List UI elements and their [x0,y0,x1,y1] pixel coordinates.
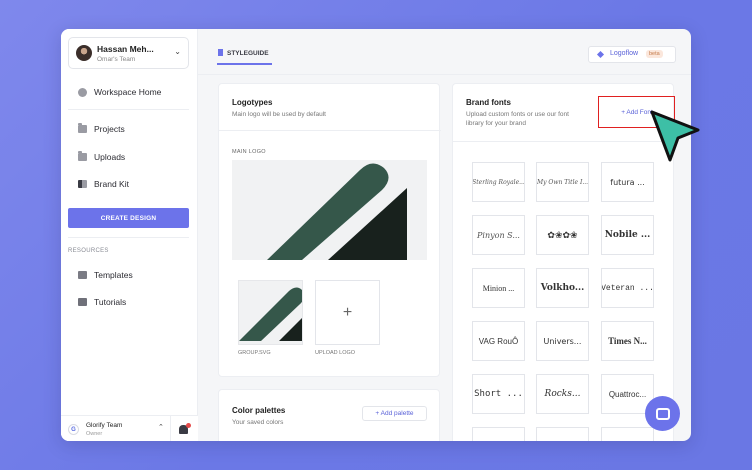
main-logo-image [267,163,407,260]
user-team: Omar's Team [97,56,136,63]
team-name: Glorify Team [86,422,123,429]
sidebar: Hassan Meh... Omar's Team ⌄ Workspace Ho… [61,29,198,441]
glorify-logo-icon: G [68,424,79,435]
folder-icon [78,123,87,133]
logoflow-button[interactable]: Logoflow beta [588,46,676,63]
brand-fonts-panel: Brand fonts Upload custom fonts or use o… [452,83,675,441]
group-logo-image [239,287,302,341]
font-card[interactable]: Nobile ... [601,215,654,255]
font-card[interactable]: VAG RouÔ [472,321,525,361]
sidebar-item-label: Tutorials [94,297,127,307]
sidebar-item-workspace-home[interactable]: Workspace Home [78,85,161,99]
resources-heading: RESOURCES [68,248,109,254]
home-icon [78,87,87,97]
chevron-up-icon: ⌃ [158,424,164,431]
divider [68,237,189,238]
user-name: Hassan Meh... [97,44,154,54]
panel-subtitle: Upload custom fonts or use our font [466,111,569,118]
divider [453,141,675,142]
tab-label: STYLEGUIDE [227,50,269,57]
folder-icon [78,151,87,161]
cursor-arrow-icon [650,110,700,162]
panel-title: Logotypes [232,98,273,107]
tutorials-icon [78,298,87,306]
main-logo-label: MAIN LOGO [232,149,266,155]
divider [198,74,691,75]
sidebar-item-brand-kit[interactable]: Brand Kit [78,177,129,191]
plus-icon: + [342,303,353,321]
add-palette-button[interactable]: + Add palette [362,406,427,421]
app-window: Hassan Meh... Omar's Team ⌄ Workspace Ho… [61,29,691,441]
team-switcher[interactable]: G Glorify Team Owner ⌃ [61,415,198,441]
font-card[interactable]: Sterling Royale... [472,162,525,202]
font-card[interactable] [536,427,589,441]
logoflow-icon [596,50,605,59]
create-design-button[interactable]: CREATE DESIGN [68,208,189,228]
font-card[interactable]: futura ... [601,162,654,202]
team-role: Owner [86,431,103,437]
panel-title: Brand fonts [466,98,511,107]
font-card[interactable] [601,427,654,441]
divider [68,109,189,110]
chat-support-button[interactable] [645,396,680,431]
sidebar-item-templates[interactable]: Templates [78,268,133,282]
notification-dot [186,423,191,428]
logotypes-panel: Logotypes Main logo will be used by defa… [218,83,441,377]
active-tab-indicator [217,63,272,65]
font-card[interactable]: Minion ... [472,268,525,308]
brand-kit-icon [78,180,87,188]
sidebar-item-uploads[interactable]: Uploads [78,150,125,164]
templates-icon [78,271,87,279]
font-card[interactable]: Pinyon S... [472,215,525,255]
font-card[interactable]: My Own Title I... [536,162,589,202]
group-label: GROUP.SVG [238,350,271,356]
font-card[interactable]: ✿❀✿❀ [536,215,589,255]
avatar [76,45,92,61]
beta-badge: beta [646,50,663,58]
color-palettes-panel: Color palettes Your saved colors + Add p… [218,389,440,441]
main-logo-preview[interactable] [232,160,427,260]
font-card[interactable]: Univers... [536,321,589,361]
font-card[interactable]: Times N... [601,321,654,361]
styleguide-icon [218,49,223,56]
font-card[interactable]: Short ... [472,374,525,414]
sidebar-item-label: Uploads [94,152,126,162]
divider [219,130,441,131]
font-card[interactable] [472,427,525,441]
group-logo-thumbnail[interactable] [238,280,303,345]
sidebar-item-projects[interactable]: Projects [78,122,125,136]
sidebar-item-label: Brand Kit [94,179,129,189]
panel-subtitle: Your saved colors [232,419,284,426]
chat-icon [655,407,670,420]
tab-styleguide[interactable]: STYLEGUIDE [218,49,269,57]
font-card[interactable]: Volkho... [536,268,589,308]
font-card[interactable]: Rocks... [536,374,589,414]
sidebar-item-label: Projects [94,124,125,134]
sidebar-item-tutorials[interactable]: Tutorials [78,295,126,309]
user-switcher[interactable]: Hassan Meh... Omar's Team ⌄ [68,37,189,69]
upload-logo-label: UPLOAD LOGO [315,350,356,356]
sidebar-item-label: Workspace Home [94,87,162,97]
panel-subtitle: Main logo will be used by default [232,111,326,118]
panel-subtitle: library for your brand [466,120,526,127]
logoflow-label: Logoflow [610,50,639,57]
sidebar-item-label: Templates [94,270,133,280]
font-card[interactable]: Veteran ... [601,268,654,308]
divider [170,416,171,441]
panel-title: Color palettes [232,406,286,415]
chevron-down-icon: ⌄ [174,47,181,56]
upload-logo-button[interactable]: + [315,280,380,345]
